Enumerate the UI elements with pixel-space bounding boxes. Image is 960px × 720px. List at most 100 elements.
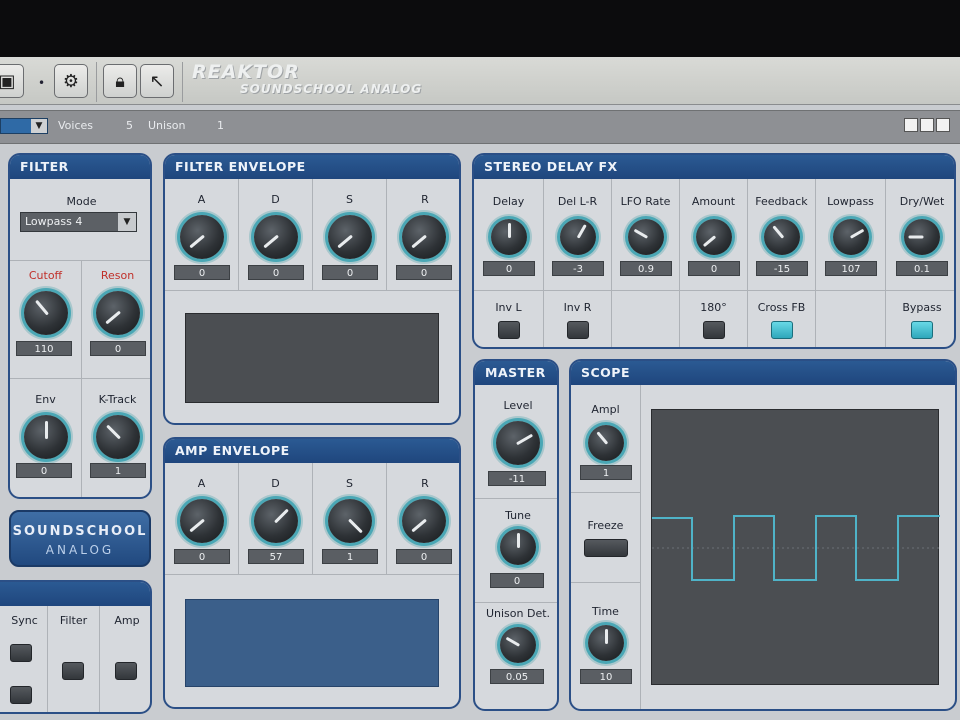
- logo-line2: ANALOG: [45, 543, 115, 557]
- aenv-s-knob[interactable]: [328, 499, 372, 543]
- aenv-s-value[interactable]: 1: [322, 549, 378, 564]
- ktrack-value[interactable]: 1: [90, 463, 146, 478]
- freeze-cell: Freeze: [571, 493, 641, 583]
- sync-label: Sync: [11, 614, 38, 627]
- fenv-r-knob[interactable]: [402, 215, 446, 259]
- empty-cell: [612, 291, 680, 347]
- inv-r-cell: Inv R: [544, 291, 612, 347]
- cutoff-label: Cutoff: [28, 269, 63, 282]
- aenv-d-value[interactable]: 57: [248, 549, 304, 564]
- delay-param-knob[interactable]: [560, 219, 596, 255]
- delay-param-value[interactable]: 0.1: [896, 261, 948, 276]
- delay-cell-3: Amount 0: [680, 179, 748, 291]
- delay-cell-2: LFO Rate 0.9: [612, 179, 680, 291]
- delay-param-label: Delay: [492, 195, 525, 208]
- delay-param-value[interactable]: 0: [688, 261, 740, 276]
- inv-l-label: Inv L: [495, 301, 522, 314]
- app-subtitle: SOUNDSCHOOL ANALOG: [240, 82, 423, 96]
- delay-param-knob[interactable]: [764, 219, 800, 255]
- reson-value[interactable]: 0: [90, 341, 146, 356]
- delay-param-value[interactable]: 107: [825, 261, 877, 276]
- delay-param-value[interactable]: -15: [756, 261, 808, 276]
- fenv-d-value[interactable]: 0: [248, 265, 304, 280]
- aenv-r-knob[interactable]: [402, 499, 446, 543]
- delay-param-label: Dry/Wet: [899, 195, 945, 208]
- cross-fb-label: Cross FB: [757, 301, 806, 314]
- cross-fb-button[interactable]: [771, 321, 793, 339]
- delay-param-knob[interactable]: [628, 219, 664, 255]
- ampl-value[interactable]: 1: [580, 465, 632, 480]
- cutoff-value[interactable]: 110: [16, 341, 72, 356]
- aenv-d-knob[interactable]: [254, 499, 298, 543]
- delay-param-knob[interactable]: [833, 219, 869, 255]
- tune-cell: Tune 0: [475, 499, 557, 603]
- lfo-filter-cell: Filter: [48, 606, 100, 712]
- level-value[interactable]: -11: [488, 471, 546, 486]
- sync-button-1[interactable]: [10, 644, 32, 662]
- fenv-a-label: A: [197, 193, 206, 206]
- fenv-s-label: S: [346, 193, 353, 206]
- time-value[interactable]: 10: [580, 669, 632, 684]
- aenv-a-knob[interactable]: [180, 499, 224, 543]
- panel-icon[interactable]: ▣: [0, 64, 24, 98]
- delay-param-value[interactable]: -3: [552, 261, 604, 276]
- snapshot-icon[interactable]: ⚙: [54, 64, 88, 98]
- freeze-button[interactable]: [584, 539, 628, 557]
- window-buttons[interactable]: [904, 117, 954, 135]
- fenv-s-knob[interactable]: [328, 215, 372, 259]
- unison-det-knob[interactable]: [500, 627, 536, 663]
- delay-param-value[interactable]: 0: [483, 261, 535, 276]
- env-value[interactable]: 0: [16, 463, 72, 478]
- voices-label: Voices: [58, 119, 94, 132]
- voices-value[interactable]: 5: [126, 119, 133, 132]
- lfo-amp-button[interactable]: [115, 662, 137, 680]
- lfo-filter-button[interactable]: [62, 662, 84, 680]
- sync-button-2[interactable]: [10, 686, 32, 704]
- instrument-select[interactable]: ▼: [0, 118, 48, 134]
- delay-param-value[interactable]: 0.9: [620, 261, 672, 276]
- fenv-d-knob[interactable]: [254, 215, 298, 259]
- fenv-r-value[interactable]: 0: [396, 265, 452, 280]
- unison-value[interactable]: 1: [217, 119, 224, 132]
- scope-waveform: [652, 515, 940, 581]
- env-knob[interactable]: [24, 415, 68, 459]
- chevron-down-icon: ▼: [118, 213, 136, 231]
- aenv-r-value[interactable]: 0: [396, 549, 452, 564]
- filter-envelope-title: FILTER ENVELOPE: [165, 155, 459, 179]
- delay-cell-5: Lowpass 107: [816, 179, 886, 291]
- filter-envelope-panel: FILTER ENVELOPE A 0 D 0 S 0 R 0: [163, 153, 461, 425]
- tune-value[interactable]: 0: [490, 573, 544, 588]
- top-band: [0, 0, 960, 57]
- fenv-a-value[interactable]: 0: [174, 265, 230, 280]
- deg180-button[interactable]: [703, 321, 725, 339]
- reson-knob[interactable]: [96, 291, 140, 335]
- mode-label: Mode: [66, 195, 97, 208]
- delay-param-knob[interactable]: [904, 219, 940, 255]
- level-label: Level: [503, 399, 533, 412]
- unison-det-value[interactable]: 0.05: [490, 669, 544, 684]
- level-knob[interactable]: [496, 421, 540, 465]
- inv-l-button[interactable]: [498, 321, 520, 339]
- ampl-knob[interactable]: [588, 425, 624, 461]
- fenv-a-knob[interactable]: [180, 215, 224, 259]
- reson-cell: Reson 0: [82, 261, 150, 379]
- fenv-s-value[interactable]: 0: [322, 265, 378, 280]
- toolbar-separator: [182, 62, 183, 102]
- cursor-icon[interactable]: ↖: [140, 64, 174, 98]
- delay-param-label: Del L-R: [557, 195, 598, 208]
- time-knob[interactable]: [588, 625, 624, 661]
- inv-r-button[interactable]: [567, 321, 589, 339]
- filter-mode-select[interactable]: Lowpass 4 ▼: [20, 212, 137, 232]
- delay-param-knob[interactable]: [696, 219, 732, 255]
- ktrack-knob[interactable]: [96, 415, 140, 459]
- aenv-a-label: A: [197, 477, 206, 490]
- bypass-button[interactable]: [911, 321, 933, 339]
- chevron-down-icon: ▼: [31, 119, 47, 133]
- delay-param-knob[interactable]: [491, 219, 527, 255]
- sync-cell: Sync: [2, 606, 48, 712]
- aenv-a-value[interactable]: 0: [174, 549, 230, 564]
- lock-icon[interactable]: 🔒︎: [103, 64, 137, 98]
- bypass-cell: Bypass: [886, 291, 954, 347]
- tune-knob[interactable]: [500, 529, 536, 565]
- cutoff-knob[interactable]: [24, 291, 68, 335]
